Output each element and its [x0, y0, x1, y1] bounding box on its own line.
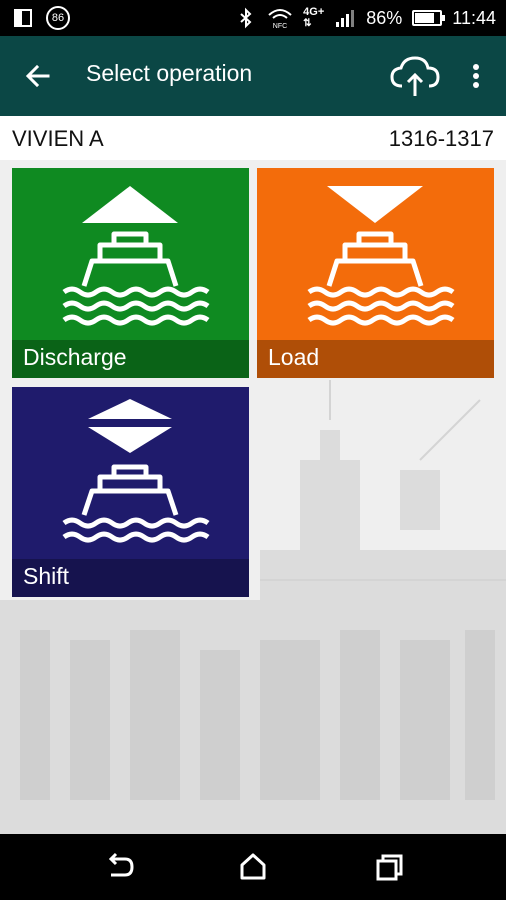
back-button[interactable]: [16, 56, 60, 96]
load-tile[interactable]: Load: [257, 168, 494, 378]
status-right: NFC 4G+ ⇅ 86% 11:44: [235, 0, 496, 36]
network-4g-icon: 4G+ ⇅: [303, 6, 325, 30]
vessel-info-row: VIVIEN A 1316-1317: [0, 116, 506, 160]
status-time: 11:44: [452, 7, 496, 28]
notification-86-icon: 86: [46, 6, 70, 30]
screen-icon: [14, 9, 32, 27]
operations-panel: Discharge Load Shift: [0, 160, 506, 834]
app-bar: Select operation: [0, 36, 506, 116]
discharge-label-bar: Discharge: [12, 340, 249, 378]
notification-badge-text: 86: [51, 12, 65, 24]
cloud-upload-icon: [390, 56, 440, 96]
load-label-bar: Load: [257, 340, 494, 378]
svg-text:NFC: NFC: [273, 23, 287, 29]
system-nav-bar: [0, 834, 506, 900]
discharge-tile[interactable]: Discharge: [12, 168, 249, 378]
vessel-name: VIVIEN A: [12, 126, 104, 151]
battery-fill: [415, 13, 435, 23]
more-options-button[interactable]: [458, 56, 494, 96]
network-type: 4G+: [303, 6, 325, 18]
ship-discharge-icon: [62, 186, 210, 326]
bluetooth-icon: [240, 7, 252, 29]
discharge-label: Discharge: [23, 344, 127, 370]
upload-sync-button[interactable]: [388, 52, 444, 100]
page-title: Select operation: [86, 60, 253, 86]
shift-label-bar: Shift: [12, 559, 249, 597]
status-bar: 86 NFC 4G+ ⇅ 86% 11:44: [0, 0, 506, 36]
nav-home-button[interactable]: [233, 847, 273, 887]
status-left: 86: [12, 6, 70, 30]
load-label: Load: [268, 344, 320, 370]
ship-load-icon: [307, 186, 455, 326]
battery-icon: [412, 10, 446, 26]
back-nav-icon: [108, 852, 134, 877]
battery-percent: 86%: [366, 7, 403, 28]
home-nav-icon: [240, 853, 266, 880]
recents-nav-icon: [376, 854, 403, 881]
nav-back-button[interactable]: [99, 847, 139, 887]
nav-recents-button[interactable]: [369, 847, 409, 887]
nfc-wifi-icon: NFC: [268, 9, 292, 29]
shift-tile[interactable]: Shift: [12, 387, 249, 597]
back-arrow-icon: [25, 64, 50, 88]
voyage-number: 1316-1317: [388, 126, 494, 151]
shift-label: Shift: [23, 563, 70, 589]
signal-icon: [336, 10, 355, 27]
ship-shift-icon: [62, 399, 210, 543]
more-vert-icon: [473, 64, 479, 88]
